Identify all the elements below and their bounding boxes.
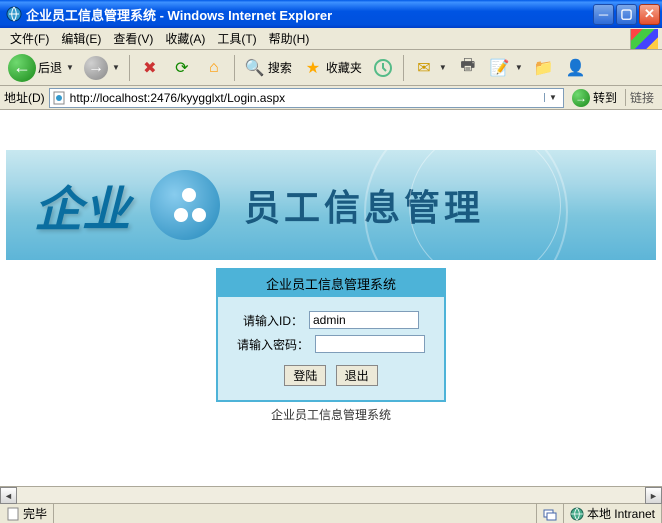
address-input[interactable]: http://localhost:2476/kyygglxt/Login.asp… <box>49 88 564 108</box>
mail-button[interactable]: ✉▼ <box>409 53 451 83</box>
home-button[interactable]: ⌂ <box>199 53 229 83</box>
menu-edit[interactable]: 编辑(E) <box>55 28 107 49</box>
links-label[interactable]: 链接 <box>625 89 658 106</box>
menu-file[interactable]: 文件(F) <box>4 28 55 49</box>
windows-logo-icon <box>630 29 658 49</box>
address-url: http://localhost:2476/kyygglxt/Login.asp… <box>70 91 544 105</box>
edit-button[interactable]: 📝▼ <box>485 53 527 83</box>
search-icon: 🔍 <box>244 57 266 79</box>
minimize-button[interactable]: ─ <box>593 4 614 25</box>
refresh-icon: ⟳ <box>171 57 193 79</box>
status-popup-icon[interactable] <box>537 504 564 523</box>
print-icon: 🖶 <box>457 57 479 79</box>
login-button[interactable]: 登陆 <box>284 365 326 386</box>
menu-tools[interactable]: 工具(T) <box>211 28 262 49</box>
folder-icon: 📁 <box>533 57 555 79</box>
scroll-right-button[interactable]: ► <box>645 487 662 504</box>
chevron-down-icon[interactable]: ▼ <box>66 63 74 72</box>
exit-button[interactable]: 退出 <box>336 365 378 386</box>
history-button[interactable] <box>368 53 398 83</box>
favorites-label: 收藏夹 <box>326 59 362 76</box>
login-header: 企业员工信息管理系统 <box>218 270 444 297</box>
go-label: 转到 <box>593 89 617 106</box>
window-title: 企业员工信息管理系统 - Windows Internet Explorer <box>26 5 593 24</box>
login-box: 企业员工信息管理系统 请输入ID： 请输入密码： 登陆 退出 <box>216 268 446 402</box>
go-button[interactable]: → 转到 <box>568 89 621 107</box>
page-content: 企业 员工信息管理 企业员工信息管理系统 请输入ID： 请输入密码： 登陆 退出… <box>0 110 662 486</box>
maximize-button[interactable]: ▢ <box>616 4 637 25</box>
page-icon <box>52 91 66 105</box>
popup-blocker-icon <box>543 507 557 521</box>
id-label: 请输入ID： <box>243 312 303 329</box>
favorites-button[interactable]: ★ 收藏夹 <box>298 53 366 83</box>
search-label: 搜索 <box>268 59 292 76</box>
chevron-down-icon[interactable]: ▼ <box>515 63 523 72</box>
menu-help[interactable]: 帮助(H) <box>263 28 316 49</box>
mail-icon: ✉ <box>413 57 435 79</box>
intranet-zone-icon <box>570 507 584 521</box>
back-arrow-icon: ← <box>8 54 36 82</box>
print-button[interactable]: 🖶 <box>453 53 483 83</box>
forward-arrow-icon: → <box>84 56 108 80</box>
messenger-icon: 👤 <box>565 57 587 79</box>
address-label: 地址(D) <box>4 89 45 106</box>
search-button[interactable]: 🔍 搜索 <box>240 53 296 83</box>
id-input[interactable] <box>309 311 419 329</box>
forward-button[interactable]: → ▼ <box>80 53 124 83</box>
edit-icon: 📝 <box>489 57 511 79</box>
address-bar: 地址(D) http://localhost:2476/kyygglxt/Log… <box>0 86 662 110</box>
password-label: 请输入密码： <box>237 336 309 353</box>
address-dropdown-icon[interactable]: ▼ <box>544 93 561 102</box>
banner-title: 员工信息管理 <box>244 179 484 231</box>
status-zone: 本地 Intranet <box>587 505 655 522</box>
banner-circle-icon <box>150 170 220 240</box>
stop-icon: ✖ <box>139 57 161 79</box>
back-label: 后退 <box>38 59 62 76</box>
home-icon: ⌂ <box>203 57 225 79</box>
menu-bar: 文件(F) 编辑(E) 查看(V) 收藏(A) 工具(T) 帮助(H) <box>0 28 662 50</box>
menu-view[interactable]: 查看(V) <box>107 28 159 49</box>
horizontal-scrollbar[interactable]: ◄ ► <box>0 486 662 503</box>
menu-favorites[interactable]: 收藏(A) <box>159 28 211 49</box>
toolbar: ← 后退 ▼ → ▼ ✖ ⟳ ⌂ 🔍 搜索 ★ 收藏夹 ✉▼ 🖶 📝▼ 📁 👤 <box>0 50 662 86</box>
messenger-button[interactable]: 👤 <box>561 53 591 83</box>
stop-button[interactable]: ✖ <box>135 53 165 83</box>
scroll-track[interactable] <box>17 487 645 503</box>
star-icon: ★ <box>302 57 324 79</box>
chevron-down-icon[interactable]: ▼ <box>439 63 447 72</box>
scroll-left-button[interactable]: ◄ <box>0 487 17 504</box>
go-arrow-icon: → <box>572 89 590 107</box>
window-titlebar: 企业员工信息管理系统 - Windows Internet Explorer ─… <box>0 0 662 28</box>
banner-logo-text: 企业 <box>34 170 130 240</box>
folder-button[interactable]: 📁 <box>529 53 559 83</box>
status-bar: 完毕 本地 Intranet <box>0 503 662 523</box>
page-icon <box>6 507 20 521</box>
refresh-button[interactable]: ⟳ <box>167 53 197 83</box>
ie-icon <box>6 6 22 22</box>
footer-text: 企业员工信息管理系统 <box>0 406 662 423</box>
chevron-down-icon[interactable]: ▼ <box>112 63 120 72</box>
password-input[interactable] <box>315 335 425 353</box>
back-button[interactable]: ← 后退 ▼ <box>4 53 78 83</box>
banner: 企业 员工信息管理 <box>6 150 656 260</box>
status-done: 完毕 <box>23 505 47 522</box>
history-icon <box>372 57 394 79</box>
status-zone-cell: 本地 Intranet <box>564 504 662 523</box>
close-button[interactable]: ✕ <box>639 4 660 25</box>
status-done-cell: 完毕 <box>0 504 54 523</box>
